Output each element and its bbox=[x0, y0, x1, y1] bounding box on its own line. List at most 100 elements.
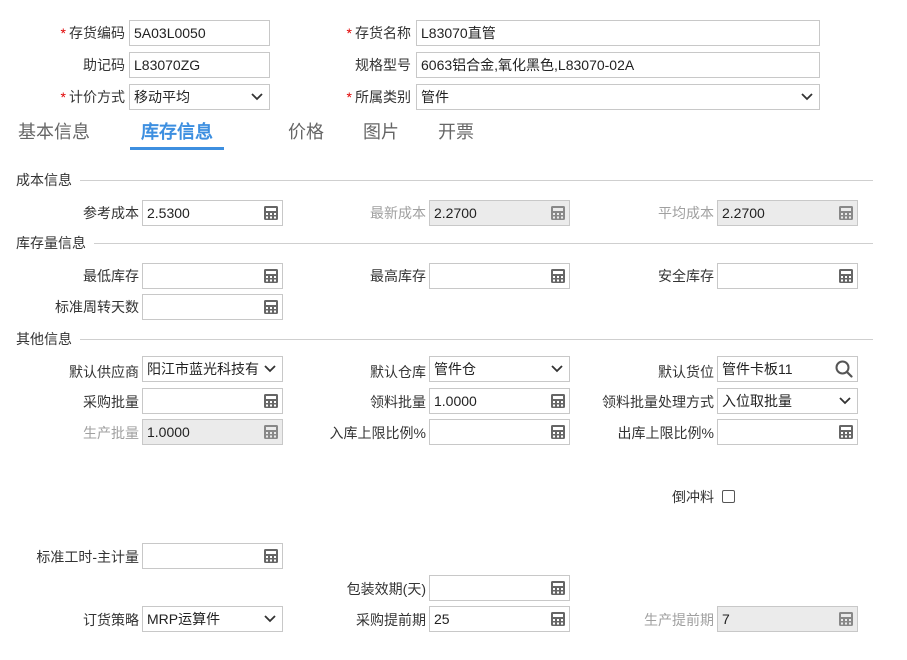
category-value: 管件 bbox=[421, 89, 449, 105]
chevron-down-icon bbox=[801, 93, 813, 101]
issue-batch-value: 1.0000 bbox=[434, 393, 477, 409]
default-location-value: 管件卡板11 bbox=[722, 361, 793, 377]
default-warehouse-select[interactable]: 管件仓 bbox=[429, 356, 570, 382]
safe-stock-label: 安全库存 bbox=[658, 268, 714, 284]
calculator-icon[interactable] bbox=[550, 268, 566, 284]
avg-cost-label: 平均成本 bbox=[658, 205, 714, 221]
section-divider bbox=[16, 339, 873, 340]
tab-images[interactable]: 图片 bbox=[363, 120, 399, 144]
calculator-icon[interactable] bbox=[838, 424, 854, 440]
calculator-icon bbox=[264, 425, 278, 439]
outbound-limit-input[interactable] bbox=[717, 419, 858, 445]
turnover-days-label: 标准周转天数 bbox=[55, 299, 139, 315]
production-lead-time-label: 生产提前期 bbox=[644, 612, 714, 628]
purchase-batch-input[interactable] bbox=[142, 388, 283, 414]
backflush-checkbox[interactable] bbox=[722, 490, 735, 503]
ref-cost-value: 2.5300 bbox=[147, 205, 190, 221]
mnemonic-input[interactable]: L83070ZG bbox=[129, 52, 270, 78]
spec-input[interactable]: 6063铝合金,氧化黑色,L83070-02A bbox=[416, 52, 820, 78]
standard-hours-input[interactable] bbox=[142, 543, 283, 569]
production-batch-value: 1.0000 bbox=[147, 424, 190, 440]
issue-batch-mode-select[interactable]: 入位取批量 bbox=[717, 388, 858, 414]
production-lead-time-value: 7 bbox=[722, 611, 730, 627]
min-stock-label: 最低库存 bbox=[83, 268, 139, 284]
tab-basic-info[interactable]: 基本信息 bbox=[18, 120, 90, 144]
section-divider bbox=[16, 243, 873, 244]
calculator-icon[interactable] bbox=[263, 205, 279, 221]
chevron-down-icon bbox=[264, 615, 276, 623]
calculator-icon[interactable] bbox=[263, 393, 279, 409]
section-cost-title: 成本信息 bbox=[16, 171, 80, 189]
max-stock-label: 最高库存 bbox=[370, 268, 426, 284]
section-stock-title: 库存量信息 bbox=[16, 234, 94, 252]
default-warehouse-value: 管件仓 bbox=[434, 361, 476, 377]
production-batch-label: 生产批量 bbox=[83, 425, 139, 441]
purchase-lead-time-value: 25 bbox=[434, 611, 450, 627]
calculator-icon[interactable] bbox=[550, 424, 566, 440]
purchase-batch-label: 采购批量 bbox=[83, 394, 139, 410]
production-lead-time-input: 7 bbox=[717, 606, 858, 632]
backflush-label: 倒冲料 bbox=[672, 489, 714, 505]
latest-cost-value: 2.2700 bbox=[434, 205, 477, 221]
calculator-icon[interactable] bbox=[838, 268, 854, 284]
safe-stock-input[interactable] bbox=[717, 263, 858, 289]
section-other-title: 其他信息 bbox=[16, 330, 80, 348]
standard-hours-label: 标准工时-主计量 bbox=[36, 549, 139, 565]
spec-label: 规格型号 bbox=[355, 57, 411, 73]
calculator-icon bbox=[839, 206, 853, 220]
ref-cost-label: 参考成本 bbox=[83, 205, 139, 221]
code-input[interactable]: 5A03L0050 bbox=[129, 20, 270, 46]
section-divider bbox=[16, 180, 873, 181]
name-input[interactable]: L83070直管 bbox=[416, 20, 820, 46]
order-policy-value: MRP运算件 bbox=[147, 611, 221, 627]
tab-stock-info[interactable]: 库存信息 bbox=[141, 120, 213, 144]
purchase-lead-time-label: 采购提前期 bbox=[356, 612, 426, 628]
search-icon[interactable] bbox=[835, 360, 853, 378]
calculator-icon[interactable] bbox=[263, 268, 279, 284]
calculator-icon[interactable] bbox=[550, 393, 566, 409]
calculator-icon[interactable] bbox=[550, 611, 566, 627]
issue-batch-input[interactable]: 1.0000 bbox=[429, 388, 570, 414]
outbound-limit-label: 出库上限比例% bbox=[617, 425, 714, 441]
tab-price[interactable]: 价格 bbox=[288, 120, 324, 144]
latest-cost-label: 最新成本 bbox=[370, 205, 426, 221]
issue-batch-label: 领料批量 bbox=[370, 394, 426, 410]
default-supplier-value: 阳江市蓝光科技有 bbox=[147, 361, 259, 377]
avg-cost-value: 2.2700 bbox=[722, 205, 765, 221]
inbound-limit-input[interactable] bbox=[429, 419, 570, 445]
mnemonic-label: 助记码 bbox=[83, 57, 125, 73]
pricing-value: 移动平均 bbox=[134, 89, 190, 105]
calculator-icon[interactable] bbox=[263, 548, 279, 564]
avg-cost-input: 2.2700 bbox=[717, 200, 858, 226]
default-location-label: 默认货位 bbox=[658, 364, 714, 380]
chevron-down-icon bbox=[251, 93, 263, 101]
min-stock-input[interactable] bbox=[142, 263, 283, 289]
purchase-lead-time-input[interactable]: 25 bbox=[429, 606, 570, 632]
latest-cost-input: 2.2700 bbox=[429, 200, 570, 226]
inbound-limit-label: 入库上限比例% bbox=[329, 425, 426, 441]
turnover-days-input[interactable] bbox=[142, 294, 283, 320]
issue-batch-mode-value: 入位取批量 bbox=[722, 393, 792, 409]
pricing-select[interactable]: 移动平均 bbox=[129, 84, 270, 110]
chevron-down-icon bbox=[264, 365, 276, 373]
chevron-down-icon bbox=[839, 397, 851, 405]
name-label: * 存货名称 bbox=[346, 25, 411, 41]
calculator-icon[interactable] bbox=[263, 299, 279, 315]
category-select[interactable]: 管件 bbox=[416, 84, 820, 110]
order-policy-select[interactable]: MRP运算件 bbox=[142, 606, 283, 632]
max-stock-input[interactable] bbox=[429, 263, 570, 289]
shelf-life-input[interactable] bbox=[429, 575, 570, 601]
default-location-input[interactable]: 管件卡板11 bbox=[717, 356, 858, 382]
code-label: * 存货编码 bbox=[60, 25, 125, 41]
production-batch-input: 1.0000 bbox=[142, 419, 283, 445]
calculator-icon[interactable] bbox=[550, 580, 566, 596]
chevron-down-icon bbox=[551, 365, 563, 373]
default-supplier-select[interactable]: 阳江市蓝光科技有 bbox=[142, 356, 283, 382]
calculator-icon bbox=[551, 206, 565, 220]
default-warehouse-label: 默认仓库 bbox=[370, 364, 426, 380]
shelf-life-label: 包装效期(天) bbox=[346, 581, 426, 597]
ref-cost-input[interactable]: 2.5300 bbox=[142, 200, 283, 226]
active-tab-indicator bbox=[130, 147, 224, 150]
tab-invoice[interactable]: 开票 bbox=[438, 120, 474, 144]
category-label: * 所属类别 bbox=[346, 89, 411, 105]
